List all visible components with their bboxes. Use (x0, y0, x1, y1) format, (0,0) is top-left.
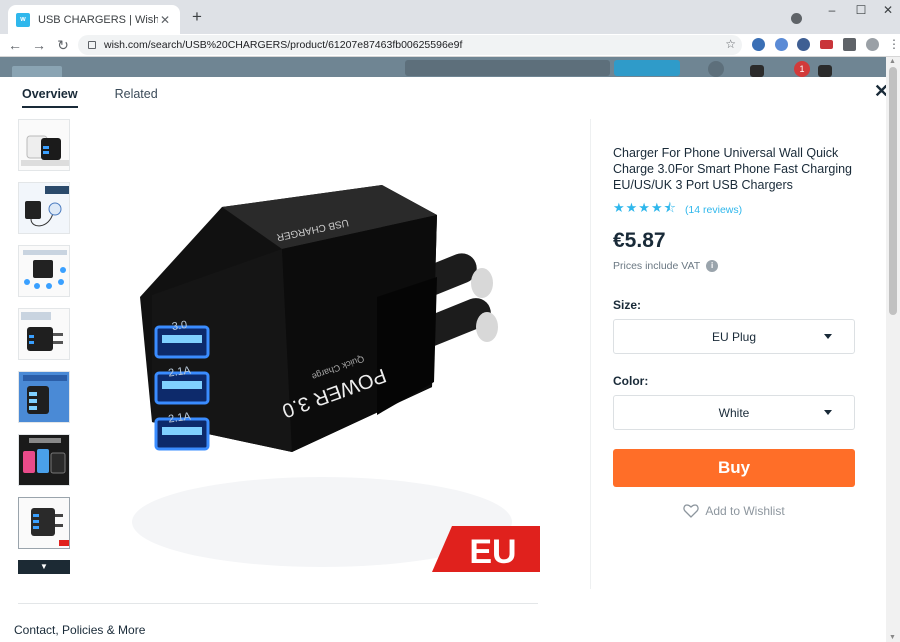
background-user-icon (708, 61, 724, 77)
background-search-input (405, 60, 610, 76)
thumbnail-3[interactable] (18, 245, 70, 297)
browser-menu-icon[interactable]: ⋮ (888, 37, 900, 51)
modal-close-button[interactable]: ✕ (874, 81, 886, 102)
product-title: Charger For Phone Universal Wall Quick C… (613, 146, 853, 192)
product-rating: ★★★★⯪ (14 reviews) (613, 199, 855, 221)
extension-globe-icon[interactable] (797, 38, 810, 51)
scroll-up-icon[interactable]: ▲ (889, 58, 896, 65)
product-price: €5.87 (613, 229, 666, 252)
section-heading-cut-off: Contact, Policies & More (14, 623, 146, 637)
background-cart-icon (818, 65, 832, 77)
bookmark-star-icon[interactable]: ☆ (725, 37, 736, 51)
wish-favicon-icon: w (16, 12, 30, 27)
rating-stars-icon: ★★★★⯪ (613, 200, 677, 215)
info-icon[interactable]: i (706, 260, 719, 272)
account-avatar-icon[interactable] (866, 38, 879, 51)
scrollbar-thumb[interactable] (889, 67, 897, 315)
background-search-button (614, 60, 680, 76)
color-label: Color: (613, 374, 649, 388)
tab-overview[interactable]: Overview (22, 87, 78, 108)
chevron-down-icon (824, 334, 832, 339)
thumbnail-5[interactable] (18, 371, 70, 423)
extensions-menu-icon[interactable] (843, 38, 856, 51)
heart-icon (683, 504, 699, 518)
extension-puzzle-icon[interactable] (752, 38, 765, 51)
back-arrow-icon[interactable]: ← (6, 36, 24, 54)
modal-tabs: Overview Related (22, 87, 158, 108)
forward-arrow-icon[interactable]: → (30, 36, 48, 54)
extension-flag-icon[interactable] (820, 40, 833, 49)
vat-note: Prices include VAT i (613, 260, 855, 272)
background-bell-icon (750, 65, 764, 77)
tab-close-icon[interactable]: ✕ (158, 13, 172, 27)
thumbnail-2[interactable] (18, 182, 70, 234)
vat-note-text: Prices include VAT (613, 260, 701, 272)
reload-icon[interactable]: ↻ (54, 36, 72, 54)
scroll-down-icon[interactable]: ▼ (889, 634, 896, 641)
wishlist-label: Add to Wishlist (705, 504, 785, 518)
address-bar[interactable]: wish.com/search/USB%20CHARGERS/product/6… (78, 35, 742, 55)
add-to-wishlist-button[interactable]: Add to Wishlist (613, 504, 855, 518)
product-info-panel: Charger For Phone Universal Wall Quick C… (613, 145, 855, 518)
window-close-button[interactable]: ✕ (878, 3, 898, 17)
port-label-1: 3.0 (171, 319, 188, 333)
thumbnail-4[interactable] (18, 308, 70, 360)
window-maximize-button[interactable]: ☐ (851, 3, 871, 17)
buy-button[interactable]: Buy (613, 449, 855, 487)
profile-menu-icon[interactable] (791, 13, 802, 24)
size-label: Size: (613, 298, 642, 312)
column-divider (590, 119, 591, 589)
reviews-link[interactable]: (14 reviews) (685, 204, 742, 216)
browser-tab[interactable]: w USB CHARGERS | Wish ✕ (8, 5, 180, 34)
thumbnail-list: ▼ (18, 119, 72, 574)
thumbnail-7[interactable] (18, 497, 70, 549)
notification-badge: 1 (794, 61, 810, 77)
window-minimize-button[interactable]: – (822, 3, 842, 17)
chevron-down-icon (824, 410, 832, 415)
new-tab-button[interactable]: + (188, 8, 206, 26)
main-product-image: 3.0 2.1A 2.1A POWER 3.0 Quick Charge USB… (122, 177, 540, 572)
eu-badge: EU (469, 533, 516, 571)
thumbnail-1[interactable] (18, 119, 70, 171)
color-select[interactable]: White (613, 395, 855, 430)
lock-icon (88, 41, 96, 49)
tab-related[interactable]: Related (115, 87, 158, 108)
page-scrollbar[interactable]: ▲ ▼ (886, 57, 900, 642)
product-modal: Overview Related ✕ ▼ 3.0 2.1A 2.1A POWER… (0, 77, 886, 642)
size-select[interactable]: EU Plug (613, 319, 855, 354)
url-text: wish.com/search/USB%20CHARGERS/product/6… (104, 39, 463, 51)
section-divider (18, 603, 538, 604)
size-selected-value: EU Plug (711, 329, 757, 344)
thumbnails-scroll-down-icon[interactable]: ▼ (18, 560, 70, 574)
thumbnail-6[interactable] (18, 434, 70, 486)
tab-title: USB CHARGERS | Wish (38, 13, 158, 26)
color-selected-value: White (718, 405, 750, 420)
browser-tab-strip: w USB CHARGERS | Wish ✕ + – ☐ ✕ (0, 0, 900, 34)
browser-toolbar: ← → ↻ wish.com/search/USB%20CHARGERS/pro… (0, 34, 900, 57)
extension-leaf-icon[interactable] (775, 38, 788, 51)
